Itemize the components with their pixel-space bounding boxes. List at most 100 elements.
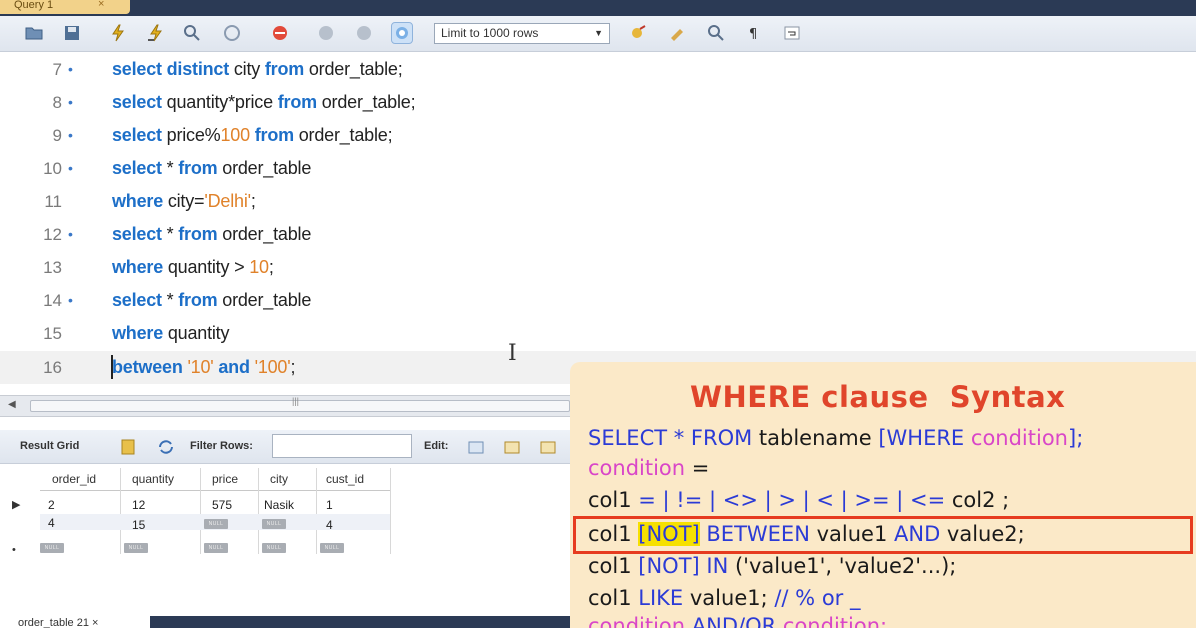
null-badge: NULL [262,519,286,529]
column-header[interactable]: city [270,472,288,486]
table-cell[interactable]: 12 [132,498,145,512]
sql-editor[interactable]: 7 • select distinct city from order_tabl… [0,52,1196,392]
limit-rows-value: Limit to 1000 rows [441,26,539,40]
statement-marker: • [68,226,73,242]
filter-rows-input[interactable] [272,434,412,458]
table-cell[interactable]: NULL [124,538,148,553]
scrollbar-thumb[interactable] [30,400,570,412]
find-icon[interactable] [668,23,688,43]
code-text: select distinct city from order_table; [112,59,403,79]
scroll-left-icon[interactable]: ◀ [8,399,16,410]
folder-open-icon[interactable] [24,23,44,43]
line-number: 7 [52,60,62,79]
table-cell[interactable]: 2 [48,498,55,512]
overlay-title: WHERE clause Syntax [690,380,1066,414]
new-row-icon: • [12,544,16,556]
toggle-error-icon[interactable] [270,23,290,43]
table-cell[interactable]: 15 [132,518,145,532]
code-line: 7 • select distinct city from order_tabl… [0,53,1196,86]
autocommit-icon[interactable] [391,22,413,44]
insert-row-icon[interactable] [502,437,522,457]
syntax-line: col1 LIKE value1; // % or _ [588,586,861,610]
code-text: select quantity*price from order_table; [112,92,416,112]
svg-text:¶: ¶ [749,27,757,42]
commit-icon[interactable] [316,23,336,43]
search-icon[interactable] [706,23,726,43]
bottom-bar [150,616,570,628]
table-cell[interactable]: NULL [40,538,64,553]
execute-icon[interactable] [108,23,128,43]
syntax-line: col1 [NOT] IN ('value1', 'value2'...); [588,554,957,578]
table-cell[interactable]: 575 [212,498,232,512]
beautify-icon[interactable] [628,23,648,43]
code-line: 11 where city='Delhi'; [0,185,1196,218]
null-badge: NULL [124,543,148,553]
table-cell[interactable]: 1 [326,498,333,512]
table-cell[interactable]: 4 [48,516,55,530]
scrollbar-grip-icon: ||| [292,396,300,406]
table-cell[interactable]: NULL [204,538,228,553]
line-number: 14 [43,291,62,310]
code-text: select * from order_table [112,158,312,178]
code-line: 8 • select quantity*price from order_tab… [0,86,1196,119]
table-cell[interactable]: 4 [326,518,333,532]
table-cell[interactable]: Nasik [264,498,294,512]
null-badge: NULL [40,543,64,553]
save-icon[interactable] [62,23,82,43]
edit-row-icon[interactable] [466,437,486,457]
table-cell[interactable]: NULL [204,514,228,529]
null-badge: NULL [204,519,228,529]
table-cell[interactable]: NULL [320,538,344,553]
tab-close-icon[interactable]: × [98,0,104,10]
delete-row-icon[interactable] [538,437,558,457]
line-number: 13 [43,258,62,277]
syntax-line: SELECT * FROM tablename [WHERE condition… [588,426,1084,450]
invisible-chars-icon[interactable]: ¶ [744,23,764,43]
null-badge: NULL [320,543,344,553]
line-number: 12 [43,225,62,244]
line-number: 11 [44,192,62,211]
column-header[interactable]: cust_id [326,472,364,486]
execute-line-icon[interactable] [146,23,166,43]
code-text: select price%100 from order_table; [112,125,393,145]
horizontal-scrollbar[interactable]: ◀ ||| [0,395,570,417]
where-syntax-overlay: WHERE clause Syntax SELECT * FROM tablen… [570,362,1196,628]
table-cell[interactable]: NULL [262,514,286,529]
table-cell[interactable]: NULL [262,538,286,553]
column-divider [390,468,391,554]
column-header[interactable]: quantity [132,472,174,486]
limit-rows-select[interactable]: Limit to 1000 rows ▼ [434,23,610,44]
statement-marker: • [68,292,73,308]
sql-editor-toolbar: Limit to 1000 rows ▼ ¶ [0,16,1196,52]
tab-query[interactable]: Query 1 × [0,0,130,14]
line-number: 16 [43,358,62,377]
result-grid[interactable]: order_id quantity price city cust_id ▶ 2… [0,464,570,594]
line-number: 9 [52,126,62,145]
statement-marker: • [68,160,73,176]
explain-icon[interactable] [182,23,202,43]
syntax-line: condition AND/OR condition; [588,614,888,628]
tab-label: Query 1 [14,0,54,11]
filter-rows-label: Filter Rows: [190,440,253,452]
stop-icon[interactable] [222,23,242,43]
result-grid-tab[interactable]: Result Grid [20,440,79,452]
grid-view-icon[interactable] [118,437,138,457]
refresh-icon[interactable] [156,437,176,457]
wrap-icon[interactable] [782,23,802,43]
result-tab[interactable]: order_table 21 × [0,614,150,628]
code-text: between '10' and '100'; [112,357,296,377]
column-header[interactable]: price [212,472,238,486]
code-line: 9 • select price%100 from order_table; [0,119,1196,152]
result-toolbar: Result Grid Filter Rows: Edit: [0,430,570,464]
chevron-down-icon: ▼ [594,28,603,38]
code-line: 12 • select * from order_table [0,218,1196,251]
column-header[interactable]: order_id [52,472,96,486]
rollback-icon[interactable] [354,23,374,43]
statement-marker: • [68,94,73,110]
current-row-icon: ▶ [12,499,21,511]
line-number: 10 [43,159,62,178]
syntax-line: condition = [588,456,710,480]
null-badge: NULL [204,543,228,553]
code-line: 10 • select * from order_table [0,152,1196,185]
code-line: 13 where quantity > 10; [0,251,1196,284]
